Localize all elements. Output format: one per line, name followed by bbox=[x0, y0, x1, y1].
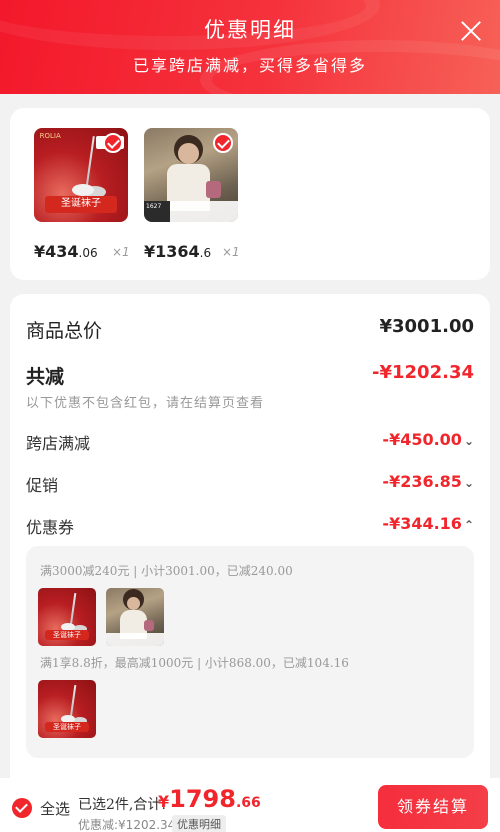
header: 优惠明细 已享跨店满减，买得多省得多 bbox=[0, 0, 500, 94]
model-head bbox=[126, 597, 140, 611]
selected-check-icon[interactable] bbox=[213, 133, 233, 153]
chevron-down-icon[interactable]: ⌄ bbox=[464, 434, 474, 448]
chevron-down-icon[interactable]: ⌄ bbox=[464, 476, 474, 490]
total-price-row: 商品总价 ¥3001.00 bbox=[26, 316, 474, 343]
select-all-label[interactable]: 全选 bbox=[40, 798, 70, 819]
coupon-detail-panel: 满3000减240元 | 小计3001.00，已减240.00 圣诞袜子 满1享… bbox=[26, 546, 474, 758]
product-price: ¥1364.6 bbox=[144, 242, 211, 261]
discount-row-coupon[interactable]: 优惠券 -¥344.16 ⌃ bbox=[26, 514, 474, 538]
discount-value: -¥236.85 ⌄ bbox=[382, 472, 474, 491]
coupon-rule-text: 满1享8.8折，最高减1000元 | 小计868.00，已减104.16 bbox=[40, 656, 349, 670]
price-integer: ¥434 bbox=[34, 242, 79, 261]
total-price-label: 商品总价 bbox=[26, 320, 103, 342]
discount-value: -¥344.16 ⌃ bbox=[382, 514, 474, 533]
product-card: ROLIA ● 圣诞袜子 1627 ¥434.06 ×1 ¥1364.6 ×1 bbox=[10, 108, 490, 280]
coupon-product-thumbnail: 圣诞袜子 bbox=[38, 680, 96, 738]
product-info-strip bbox=[106, 633, 164, 646]
discount-summary: 优惠减:¥1202.34 bbox=[78, 818, 176, 832]
close-icon[interactable] bbox=[460, 20, 482, 42]
discount-label: 促销 bbox=[26, 476, 59, 495]
discount-row-promotion[interactable]: 促销 -¥236.85 ⌄ bbox=[26, 472, 474, 496]
product-banner: 圣诞袜子 bbox=[45, 195, 117, 213]
coupon-product-thumbnail bbox=[106, 588, 164, 646]
discount-summary-card: 商品总价 ¥3001.00 共减 -¥1202.34 以下优惠不包含红包，请在结… bbox=[10, 294, 490, 784]
discount-amount: -¥344.16 bbox=[382, 514, 462, 533]
discount-label: 优惠券 bbox=[26, 518, 75, 537]
product-price: ¥434.06 bbox=[34, 242, 98, 261]
necklace-chain bbox=[84, 135, 95, 190]
total-price-value: ¥3001.00 bbox=[379, 316, 474, 337]
total-reduce-label: 共减 bbox=[26, 366, 65, 388]
product-image: 圣诞袜子 bbox=[38, 588, 96, 646]
model-bag bbox=[144, 620, 154, 631]
discount-amount: -¥236.85 bbox=[382, 472, 462, 491]
model-head bbox=[177, 143, 199, 164]
discount-amount: -¥450.00 bbox=[382, 430, 462, 449]
checkout-button[interactable]: 领券结算 bbox=[378, 785, 488, 829]
total-decimal: .66 bbox=[235, 795, 261, 811]
total-amount: ¥1798.66 bbox=[158, 785, 261, 813]
product-image bbox=[106, 588, 164, 646]
brand-logo: ROLIA bbox=[39, 131, 61, 140]
chevron-up-icon[interactable]: ⌃ bbox=[464, 518, 474, 532]
product-info-strip: 1627 bbox=[144, 201, 238, 222]
discount-row-cross-store[interactable]: 跨店满减 -¥450.00 ⌄ bbox=[26, 430, 474, 454]
price-decimal: .06 bbox=[78, 246, 98, 260]
checkout-bar: 全选 已选2件,合计: ¥1798.66 优惠减:¥1202.34 优惠明细 领… bbox=[0, 778, 500, 832]
total-reduce-value: -¥1202.34 bbox=[372, 362, 474, 383]
product-thumbnail[interactable]: ROLIA ● 圣诞袜子 bbox=[34, 128, 128, 222]
promo-count: 1627 bbox=[144, 201, 171, 222]
select-all-checkbox[interactable] bbox=[12, 798, 32, 818]
product-banner: 圣诞袜子 bbox=[44, 721, 90, 733]
total-integer: 1798 bbox=[169, 785, 236, 813]
selected-check-icon[interactable] bbox=[103, 133, 123, 153]
necklace-pendant bbox=[71, 184, 94, 197]
selected-summary: 已选2件,合计: bbox=[78, 797, 167, 813]
necklace-chain bbox=[69, 592, 76, 627]
currency-symbol: ¥ bbox=[158, 792, 170, 811]
product-quantity: ×1 bbox=[112, 245, 130, 259]
model-bag bbox=[206, 180, 222, 198]
price-decimal: .6 bbox=[199, 246, 212, 260]
product-banner: 圣诞袜子 bbox=[44, 629, 90, 641]
page-title: 优惠明细 bbox=[204, 18, 296, 42]
coupon-product-thumbnail: 圣诞袜子 bbox=[38, 588, 96, 646]
total-reduce-row: 共减 -¥1202.34 bbox=[26, 362, 474, 389]
coupon-rule-text: 满3000减240元 | 小计3001.00，已减240.00 bbox=[40, 564, 293, 578]
price-integer: ¥1364 bbox=[144, 242, 200, 261]
product-quantity: ×1 bbox=[222, 245, 240, 259]
product-thumbnail[interactable]: 1627 bbox=[144, 128, 238, 222]
discount-value: -¥450.00 ⌄ bbox=[382, 430, 474, 449]
page-subtitle: 已享跨店满减，买得多省得多 bbox=[132, 56, 367, 75]
discount-note: 以下优惠不包含红包，请在结算页查看 bbox=[26, 396, 265, 411]
product-image: 圣诞袜子 bbox=[38, 680, 96, 738]
necklace-chain bbox=[69, 684, 76, 719]
discount-label: 跨店满减 bbox=[26, 434, 91, 453]
discount-detail-link[interactable]: 优惠明细 bbox=[172, 815, 226, 832]
